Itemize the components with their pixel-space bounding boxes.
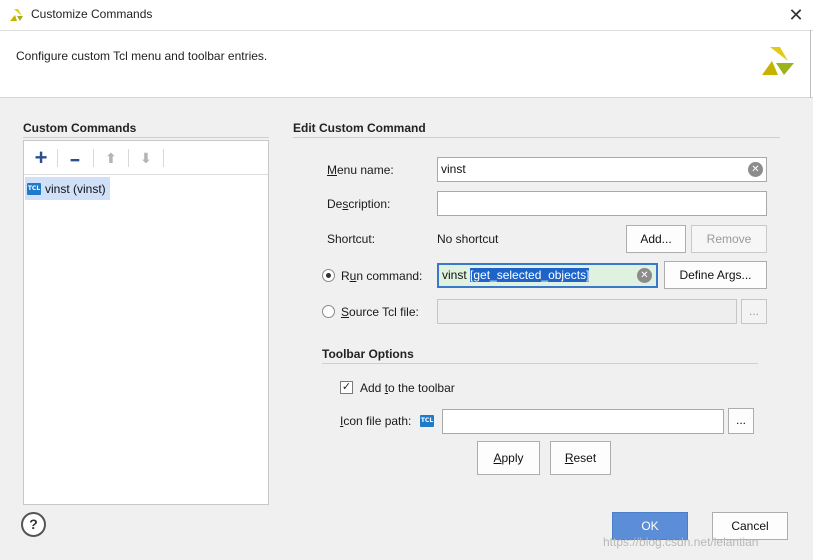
add-to-toolbar-checkbox[interactable]: ✓ bbox=[340, 381, 353, 394]
run-command-field[interactable]: vinst [get_selected_objects] ✕ bbox=[437, 263, 658, 288]
description-field[interactable] bbox=[437, 191, 767, 216]
source-tcl-field[interactable] bbox=[437, 299, 737, 324]
add-to-toolbar-label: Add to the toolbar bbox=[360, 381, 455, 395]
section-divider bbox=[322, 363, 758, 364]
menu-name-value: vinst bbox=[441, 162, 466, 176]
shortcut-label: Shortcut: bbox=[327, 232, 376, 246]
reset-button[interactable]: Reset bbox=[550, 441, 611, 475]
title-bar: Customize Commands ✕ bbox=[0, 0, 813, 30]
icon-browse-button[interactable]: ... bbox=[728, 408, 754, 434]
list-item[interactable]: TCL vinst (vinst) bbox=[25, 177, 110, 200]
arrow-down-icon: ⬇ bbox=[140, 150, 152, 166]
description-label: Description: bbox=[327, 197, 391, 211]
close-button[interactable]: ✕ bbox=[780, 2, 812, 28]
clear-icon[interactable]: ✕ bbox=[637, 268, 652, 283]
remove-shortcut-button[interactable]: Remove bbox=[691, 225, 767, 253]
add-command-button[interactable]: + bbox=[30, 147, 52, 169]
define-args-button[interactable]: Define Args... bbox=[664, 261, 767, 289]
toolbar-options-title: Toolbar Options bbox=[322, 347, 414, 361]
xilinx-logo-icon bbox=[762, 47, 794, 75]
list-toolbar: + ━ ⬆ ⬇ bbox=[24, 141, 268, 175]
run-command-selection: [get_selected_objects] bbox=[470, 268, 590, 282]
clear-icon[interactable]: ✕ bbox=[748, 162, 763, 177]
dialog-description: Configure custom Tcl menu and toolbar en… bbox=[16, 49, 268, 63]
watermark: https://blog.csdn.net/lelantian bbox=[603, 535, 759, 549]
tcl-icon: TCL bbox=[27, 182, 41, 195]
move-down-button[interactable]: ⬇ bbox=[135, 147, 157, 169]
run-command-radio[interactable] bbox=[322, 269, 335, 282]
move-up-button[interactable]: ⬆ bbox=[100, 147, 122, 169]
toolbar-separator bbox=[163, 149, 164, 167]
source-tcl-radio[interactable] bbox=[322, 305, 335, 318]
remove-command-button[interactable]: ━ bbox=[64, 147, 86, 169]
toolbar-separator bbox=[93, 149, 94, 167]
xilinx-logo-icon bbox=[10, 9, 23, 21]
minus-icon: ━ bbox=[70, 152, 80, 168]
arrow-up-icon: ⬆ bbox=[105, 150, 117, 166]
icon-path-label: Icon file path: bbox=[340, 414, 412, 428]
custom-commands-list[interactable]: + ━ ⬆ ⬇ TCL vinst (vinst) bbox=[23, 140, 269, 505]
run-command-label: Run command: bbox=[341, 269, 423, 283]
list-item-label: vinst (vinst) bbox=[45, 181, 106, 196]
apply-button[interactable]: Apply bbox=[477, 441, 540, 475]
dialog-header: Configure custom Tcl menu and toolbar en… bbox=[0, 30, 813, 98]
shortcut-value: No shortcut bbox=[437, 232, 499, 246]
window-title: Customize Commands bbox=[31, 7, 153, 21]
menu-name-label: Menu name: bbox=[327, 163, 394, 177]
help-button[interactable]: ? bbox=[21, 512, 46, 537]
add-shortcut-button[interactable]: Add... bbox=[626, 225, 686, 253]
menu-name-field[interactable]: vinst ✕ bbox=[437, 157, 767, 182]
plus-icon: + bbox=[34, 145, 48, 170]
toolbar-separator bbox=[57, 149, 58, 167]
edit-command-title: Edit Custom Command bbox=[293, 121, 426, 135]
section-divider bbox=[293, 137, 780, 138]
tcl-icon: TCL bbox=[420, 415, 434, 427]
custom-commands-title: Custom Commands bbox=[23, 121, 137, 135]
edge-divider bbox=[810, 30, 811, 98]
icon-path-field[interactable] bbox=[442, 409, 724, 434]
run-command-prefix: vinst bbox=[442, 268, 471, 282]
source-tcl-label: Source Tcl file: bbox=[341, 305, 419, 319]
toolbar-separator bbox=[128, 149, 129, 167]
source-browse-button[interactable]: ... bbox=[741, 299, 767, 324]
section-divider bbox=[23, 137, 269, 138]
